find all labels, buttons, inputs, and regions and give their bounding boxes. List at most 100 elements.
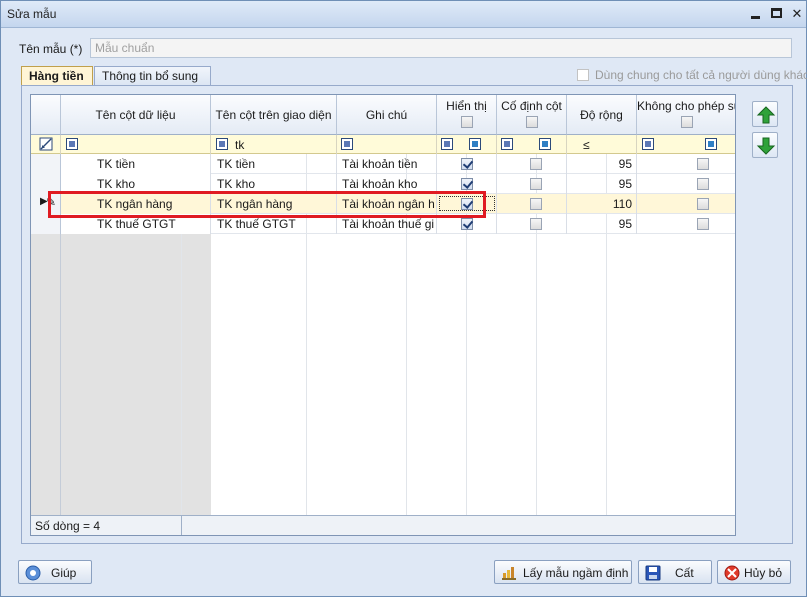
filter-width-operator[interactable]: ≤ xyxy=(583,138,590,152)
header-note[interactable]: Ghi chú xyxy=(337,95,437,135)
cell-ui-col[interactable]: TK tiền xyxy=(211,154,337,174)
header-visible[interactable]: Hiển thị xyxy=(437,95,497,135)
maximize-icon[interactable] xyxy=(768,5,786,23)
save-button[interactable]: Cất xyxy=(638,560,712,584)
filter-note[interactable] xyxy=(337,135,437,154)
readonly-checkbox[interactable] xyxy=(697,218,709,230)
cell-fixed[interactable] xyxy=(497,174,567,194)
cell-data-col-text: TK thuế GTGT xyxy=(97,217,176,231)
filter-ui-column[interactable]: tk xyxy=(211,135,337,154)
cell-width[interactable]: 110 xyxy=(567,194,637,214)
header-ui-column[interactable]: Tên cột trên giao diện xyxy=(211,95,337,135)
cell-data-col-text: TK kho xyxy=(97,177,136,191)
filter-operator-icon[interactable] xyxy=(501,138,513,150)
cell-visible[interactable] xyxy=(437,154,497,174)
filter-operator-icon[interactable] xyxy=(441,138,453,150)
cancel-icon xyxy=(724,565,740,581)
filter-checkbox-icon[interactable] xyxy=(539,138,551,150)
template-name-label: Tên mẫu (*) xyxy=(19,42,83,56)
help-button[interactable]: Giúp xyxy=(18,560,92,584)
cell-note-text: Tài khoản kho xyxy=(342,177,418,191)
readonly-checkbox[interactable] xyxy=(697,178,709,190)
default-template-button[interactable]: Lấy mẫu ngầm định xyxy=(494,560,632,584)
minimize-icon[interactable] xyxy=(747,5,765,23)
filter-operator-icon[interactable] xyxy=(642,138,654,150)
help-button-label: Giúp xyxy=(51,566,77,580)
cell-ui-col-text: TK thuế GTGT xyxy=(217,217,296,231)
cell-width[interactable]: 95 xyxy=(567,174,637,194)
fixed-checkbox[interactable] xyxy=(530,198,542,210)
visible-checkbox[interactable] xyxy=(461,158,473,170)
cell-fixed[interactable] xyxy=(497,154,567,174)
filter-row: tk ≤ xyxy=(31,135,735,154)
footer-divider xyxy=(181,516,182,535)
visible-checkbox[interactable] xyxy=(461,218,473,230)
arrow-up-icon xyxy=(756,106,776,124)
header-visible-label: Hiển thị xyxy=(446,99,487,113)
default-template-label: Lấy mẫu ngầm định xyxy=(523,566,629,580)
fixed-checkbox[interactable] xyxy=(530,158,542,170)
header-fixed-checkbox[interactable] xyxy=(525,116,538,128)
corner-header xyxy=(31,95,61,135)
filter-fixed[interactable] xyxy=(497,135,567,154)
move-up-button[interactable] xyxy=(752,101,778,127)
filter-operator-icon[interactable] xyxy=(216,138,228,150)
header-width[interactable]: Độ rộng xyxy=(567,95,637,135)
tab-additional-info[interactable]: Thông tin bổ sung xyxy=(94,66,211,85)
tab-cash-items[interactable]: Hàng tiền xyxy=(21,66,93,86)
header-data-column[interactable]: Tên cột dữ liệu xyxy=(61,95,211,135)
filter-clear-cell[interactable] xyxy=(31,135,61,154)
cell-fixed[interactable] xyxy=(497,194,567,214)
move-down-button[interactable] xyxy=(752,132,778,158)
row-header[interactable] xyxy=(31,154,61,174)
header-data-column-label: Tên cột dữ liệu xyxy=(95,108,176,122)
cell-data-col-text: TK tiền xyxy=(97,157,136,171)
filter-clear-icon[interactable] xyxy=(39,137,53,151)
filter-width[interactable]: ≤ xyxy=(567,135,637,154)
filter-operator-icon[interactable] xyxy=(341,138,353,150)
shared-checkbox-label: Dùng chung cho tất cả người dùng khác xyxy=(595,68,807,82)
cell-width[interactable]: 95 xyxy=(567,214,637,234)
cell-ui-col-text: TK kho xyxy=(217,177,256,191)
cell-fixed[interactable] xyxy=(497,214,567,234)
filter-operator-icon[interactable] xyxy=(66,138,78,150)
header-note-label: Ghi chú xyxy=(365,108,408,122)
cell-readonly[interactable] xyxy=(637,214,735,234)
filter-readonly[interactable] xyxy=(637,135,735,154)
cell-readonly[interactable] xyxy=(637,154,735,174)
fixed-checkbox[interactable] xyxy=(530,178,542,190)
help-icon xyxy=(25,565,41,581)
title-bar: Sửa mẫu ✕ xyxy=(1,1,806,28)
readonly-checkbox[interactable] xyxy=(697,198,709,210)
arrow-down-icon xyxy=(756,137,776,155)
column-grid: Tên cột dữ liệu Tên cột trên giao diện G… xyxy=(30,94,736,536)
readonly-checkbox[interactable] xyxy=(697,158,709,170)
cell-readonly[interactable] xyxy=(637,174,735,194)
cell-width-value: 110 xyxy=(612,197,632,211)
cell-note[interactable]: Tài khoản tiền xyxy=(337,154,437,174)
cell-data-col[interactable]: TK tiền xyxy=(61,154,211,174)
visible-checkbox[interactable] xyxy=(461,178,473,190)
close-icon[interactable]: ✕ xyxy=(788,5,806,23)
filter-data-column[interactable] xyxy=(61,135,211,154)
filter-ui-column-value[interactable]: tk xyxy=(235,138,244,152)
cell-readonly[interactable] xyxy=(637,194,735,214)
header-visible-checkbox[interactable] xyxy=(460,116,473,128)
fixed-checkbox[interactable] xyxy=(530,218,542,230)
filter-checkbox-icon[interactable] xyxy=(469,138,481,150)
header-readonly-checkbox[interactable] xyxy=(681,116,693,128)
cell-width[interactable]: 95 xyxy=(567,154,637,174)
cancel-button[interactable]: Hủy bỏ xyxy=(717,560,791,584)
filter-checkbox-icon[interactable] xyxy=(705,138,717,150)
header-readonly[interactable]: Không cho phép sửa xyxy=(637,95,735,135)
highlight-box xyxy=(48,191,486,218)
header-readonly-label: Không cho phép sửa xyxy=(637,99,735,113)
table-row[interactable]: TK tiền TK tiền Tài khoản tiền 95 xyxy=(31,154,735,174)
filter-visible[interactable] xyxy=(437,135,497,154)
header-fixed[interactable]: Cố định cột xyxy=(497,95,567,135)
template-name-field[interactable]: Mẫu chuẩn xyxy=(90,38,792,58)
shared-checkbox-box[interactable] xyxy=(577,69,589,81)
chart-icon xyxy=(502,567,516,580)
cell-note-text: Tài khoản thuế gi xyxy=(342,217,435,231)
cell-width-value: 95 xyxy=(618,157,632,171)
